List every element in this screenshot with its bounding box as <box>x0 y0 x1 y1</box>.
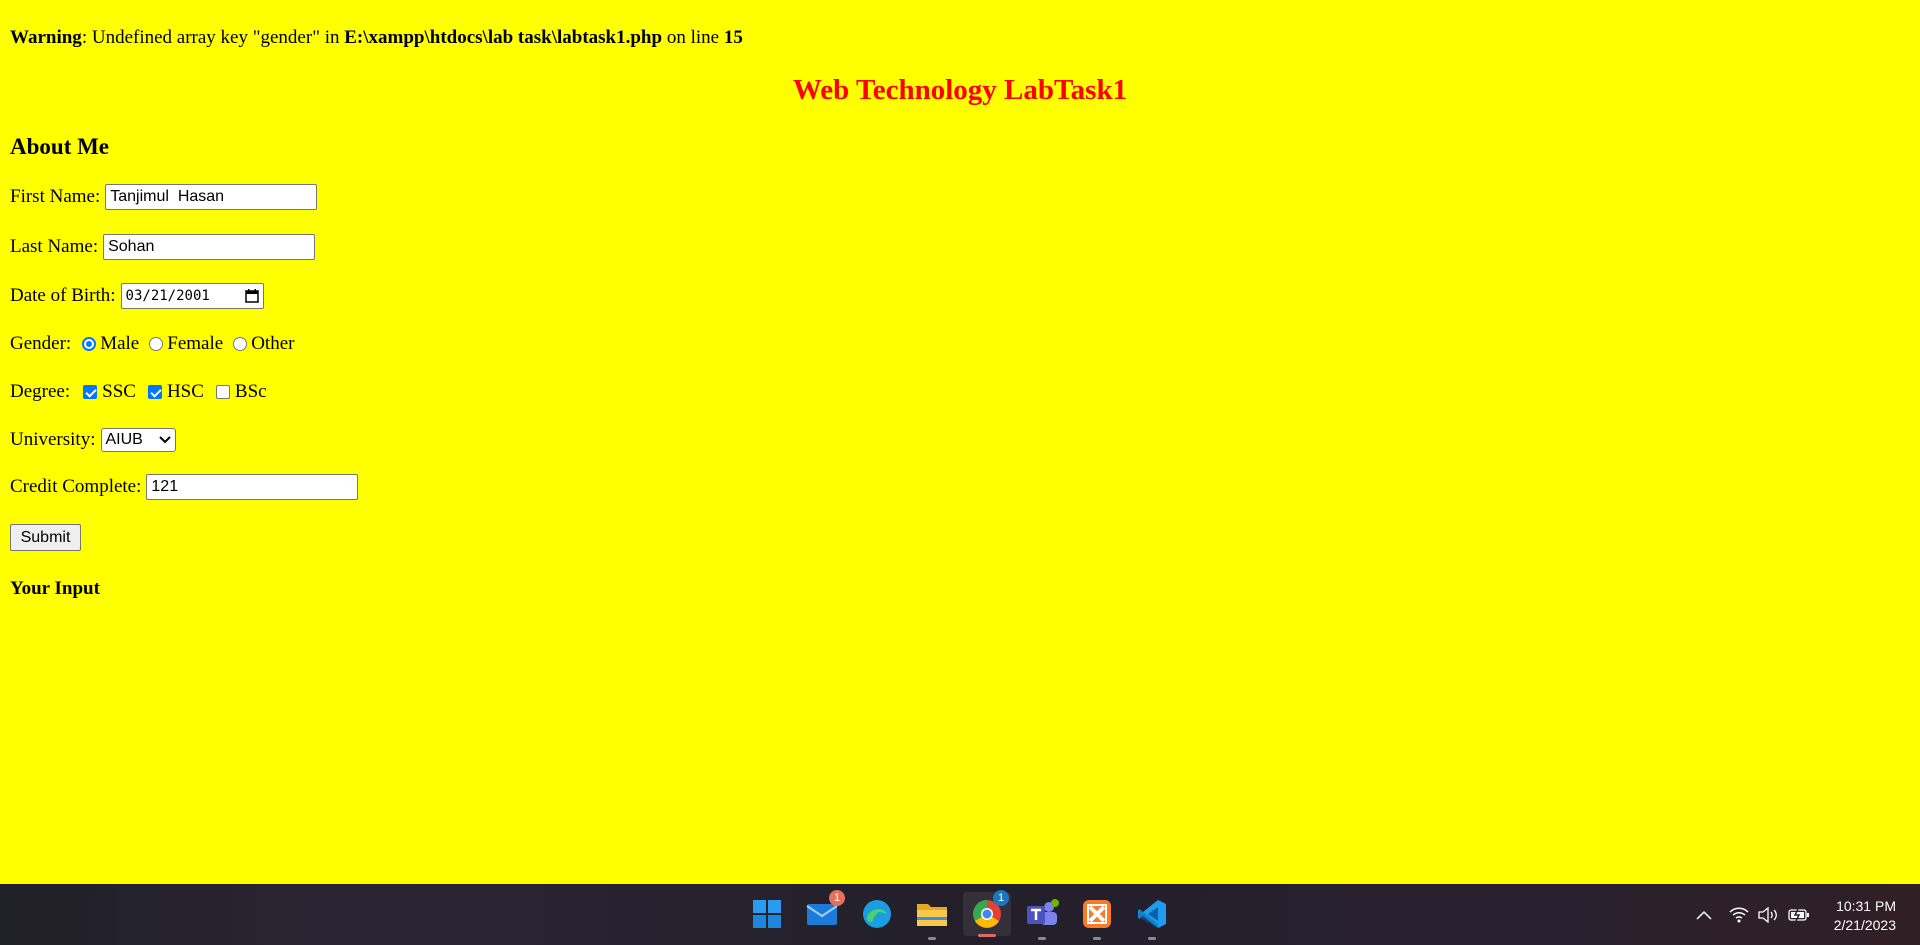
degree-row: Degree: SSC HSC BSc <box>10 381 271 403</box>
clock-date: 2/21/2023 <box>1833 917 1896 933</box>
gender-other-radio[interactable] <box>233 337 248 351</box>
university-row: University: AIUB <box>10 428 176 452</box>
last-name-row: Last Name: Sohan <box>10 234 316 260</box>
credit-row: Credit Complete: 121 <box>10 474 359 500</box>
chrome-running-indicator <box>978 934 996 937</box>
first-name-row: First Name: Tanjimul Hasan <box>10 184 318 210</box>
teams-running-indicator <box>1038 937 1046 940</box>
start-icon[interactable] <box>750 897 784 931</box>
chrome-badge: 1 <box>993 890 1009 906</box>
teams-icon[interactable] <box>1025 897 1059 940</box>
gender-male-radio[interactable] <box>82 337 97 351</box>
last-name-label: Last Name: <box>10 236 99 257</box>
degree-hsc-checkbox[interactable] <box>147 385 162 399</box>
warning-path: E:\xampp\htdocs\lab task\labtask1.php <box>344 27 663 48</box>
university-label: University: <box>10 429 96 450</box>
submit-button[interactable]: Submit <box>10 524 81 551</box>
taskbar: 1 1 10:31 PM 2/21/2023 <box>0 884 1920 945</box>
output-title: Your Input <box>10 578 100 599</box>
calendar-icon[interactable] <box>244 289 259 303</box>
mail-icon[interactable]: 1 <box>805 890 845 931</box>
vscode-running-indicator <box>1148 937 1156 940</box>
degree-bsc-checkbox[interactable] <box>215 385 230 399</box>
warning-message: : Undefined array key "gender" in <box>81 27 345 48</box>
clock-time: 10:31 PM <box>1836 898 1896 914</box>
degree-ssc-checkbox[interactable] <box>83 385 98 399</box>
section-title: About Me <box>10 134 110 159</box>
credit-input[interactable]: 121 <box>146 474 359 500</box>
gender-other-label: Other <box>251 333 295 354</box>
university-select[interactable]: AIUB <box>100 428 176 452</box>
warning-on-line: on line <box>662 27 724 48</box>
php-warning: Warning: Undefined array key "gender" in… <box>10 27 743 49</box>
first-name-label: First Name: <box>10 186 101 207</box>
first-name-input[interactable]: Tanjimul Hasan <box>105 184 318 210</box>
degree-label: Degree: <box>10 381 71 402</box>
degree-ssc-label: SSC <box>102 381 136 402</box>
chrome-icon[interactable]: 1 <box>963 890 1011 937</box>
gender-row: Gender: Male Female Other <box>10 333 298 355</box>
degree-bsc-label: BSc <box>234 381 267 402</box>
vscode-icon[interactable] <box>1135 897 1169 940</box>
battery-icon[interactable] <box>1788 904 1810 926</box>
warning-line-number: 15 <box>723 27 743 48</box>
xampp-icon[interactable] <box>1080 897 1114 940</box>
dob-input[interactable]: 03/21/2001 <box>120 283 264 309</box>
dob-label: Date of Birth: <box>10 285 116 306</box>
chevron-down-icon <box>158 436 171 444</box>
volume-icon[interactable] <box>1757 904 1779 926</box>
chevron-up-icon[interactable] <box>1693 904 1715 926</box>
gender-female-radio[interactable] <box>149 337 164 351</box>
file-explorer-icon[interactable] <box>915 897 949 940</box>
system-clock[interactable]: 10:31 PM 2/21/2023 <box>1834 897 1896 935</box>
credit-label: Credit Complete: <box>10 476 142 497</box>
page: Warning: Undefined array key "gender" in… <box>0 0 1920 884</box>
mail-badge: 1 <box>829 890 845 906</box>
xampp-running-indicator <box>1093 937 1101 940</box>
gender-male-label: Male <box>100 333 140 354</box>
gender-label: Gender: <box>10 333 72 354</box>
university-selected: AIUB <box>105 431 143 448</box>
explorer-running-indicator <box>928 937 936 940</box>
last-name-input[interactable]: Sohan <box>103 234 316 260</box>
dob-value: 03/21/2001 <box>125 288 210 304</box>
page-title: Web Technology LabTask1 <box>792 74 1128 106</box>
dob-row: Date of Birth: 03/21/2001 <box>10 283 264 309</box>
warning-prefix: Warning <box>10 27 82 48</box>
wifi-icon[interactable] <box>1728 904 1750 926</box>
edge-icon[interactable] <box>860 897 894 931</box>
degree-hsc-label: HSC <box>166 381 204 402</box>
gender-female-label: Female <box>167 333 224 354</box>
